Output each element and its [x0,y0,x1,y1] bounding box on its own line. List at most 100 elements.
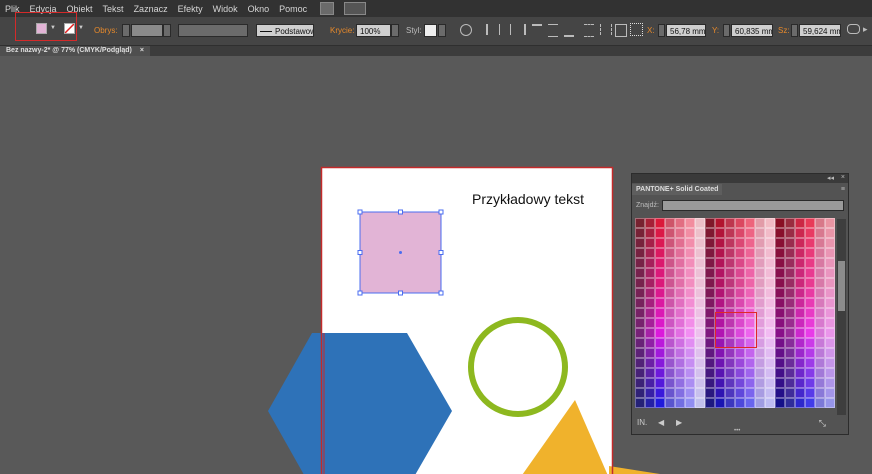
swatch-chip[interactable] [635,308,645,318]
swatch-chip[interactable] [705,298,715,308]
swatch-chip[interactable] [805,358,815,368]
swatch-chip[interactable] [795,378,805,388]
swatch-chip[interactable] [725,258,735,268]
swatch-chip[interactable] [695,398,705,408]
align-left-icon[interactable] [486,24,498,35]
swatch-chip[interactable] [775,388,785,398]
swatch-chip[interactable] [705,378,715,388]
swatch-chip[interactable] [645,318,655,328]
swatch-chip[interactable] [785,348,795,358]
swatch-chip[interactable] [635,358,645,368]
swatch-chip[interactable] [695,228,705,238]
swatch-chip[interactable] [815,378,825,388]
menu-item-efekty[interactable]: Efekty [173,4,208,14]
swatch-chip[interactable] [655,338,665,348]
swatch-chip[interactable] [695,288,705,298]
swatch-chip[interactable] [795,268,805,278]
swatch-chip[interactable] [715,378,725,388]
swatch-chip[interactable] [645,338,655,348]
swatch-chip[interactable] [745,268,755,278]
swatch-chip[interactable] [775,288,785,298]
swatch-chip[interactable] [715,268,725,278]
close-icon[interactable]: × [841,174,845,181]
stroke-weight-stepper[interactable] [122,24,130,37]
swatch-chip[interactable] [805,218,815,228]
swatch-chip[interactable] [665,378,675,388]
swatch-chip[interactable] [665,388,675,398]
swatch-chip[interactable] [725,298,735,308]
swatch-chip[interactable] [665,398,675,408]
swatch-chip[interactable] [675,258,685,268]
swatch-chip[interactable] [635,388,645,398]
swatch-chip[interactable] [675,248,685,258]
swatch-chip[interactable] [815,258,825,268]
swatch-chip[interactable] [705,358,715,368]
swatch-chip[interactable] [655,348,665,358]
selection-handle[interactable] [357,250,363,255]
menu-item-zaznacz[interactable]: Zaznacz [129,4,173,14]
swatch-chip[interactable] [665,308,675,318]
swatch-chip[interactable] [685,248,695,258]
swatch-chip[interactable] [675,268,685,278]
swatch-chip[interactable] [785,298,795,308]
swatch-chip[interactable] [635,218,645,228]
swatch-chip[interactable] [645,388,655,398]
swatch-chip[interactable] [795,248,805,258]
swatch-chip[interactable] [785,388,795,398]
swatch-chip[interactable] [825,368,835,378]
style-swatch[interactable] [424,24,437,37]
swatch-chip[interactable] [755,218,765,228]
selection-handle[interactable] [438,250,444,255]
swatch-chip[interactable] [815,338,825,348]
next-icon[interactable]: ▶ [676,418,682,427]
swatch-chip[interactable] [665,228,675,238]
swatch-chip[interactable] [705,368,715,378]
swatch-chip[interactable] [685,298,695,308]
swatch-chip[interactable] [705,278,715,288]
swatch-chip[interactable] [695,258,705,268]
swatch-chip[interactable] [635,328,645,338]
swatch-chip[interactable] [815,268,825,278]
swatch-chip[interactable] [815,248,825,258]
swatch-chip[interactable] [825,338,835,348]
swatch-chip[interactable] [785,398,795,408]
swatch-chip[interactable] [655,388,665,398]
swatch-chip[interactable] [815,218,825,228]
swatch-chip[interactable] [755,248,765,258]
swatch-chip[interactable] [695,358,705,368]
swatch-chip[interactable] [665,248,675,258]
reference-point-icon[interactable] [630,23,643,36]
swatch-chip[interactable] [715,388,725,398]
swatch-chip[interactable] [825,278,835,288]
collapse-icon[interactable]: ◂◂ [827,174,834,182]
swatch-chip[interactable] [645,368,655,378]
swatch-chip[interactable] [675,348,685,358]
align-center-icon[interactable] [499,24,511,35]
align-top-icon[interactable] [532,24,542,37]
swatch-chip[interactable] [745,218,755,228]
swatch-chip[interactable] [665,268,675,278]
swatch-chip[interactable] [825,238,835,248]
swatch-chip[interactable] [715,228,725,238]
swatch-chip[interactable] [785,358,795,368]
swatch-chip[interactable] [805,258,815,268]
swatch-chip[interactable] [635,378,645,388]
grip-icon[interactable]: ••• [734,428,740,434]
swatch-chip[interactable] [795,218,805,228]
swatch-chip[interactable] [785,338,795,348]
close-icon[interactable]: × [140,47,144,54]
swatch-chip[interactable] [815,388,825,398]
swatch-chip[interactable] [695,298,705,308]
swatch-chip[interactable] [645,268,655,278]
swatch-chip[interactable] [825,358,835,368]
opacity-field[interactable]: 100% [356,24,391,37]
swatch-chip[interactable] [715,368,725,378]
swatch-chip[interactable] [785,248,795,258]
swatch-chip[interactable] [785,278,795,288]
swatch-chip[interactable] [785,308,795,318]
swatch-chip[interactable] [685,378,695,388]
resize-icon[interactable]: ⤡ [819,418,826,429]
swatch-chip[interactable] [765,328,775,338]
swatch-chip[interactable] [795,348,805,358]
swatch-chip[interactable] [645,228,655,238]
